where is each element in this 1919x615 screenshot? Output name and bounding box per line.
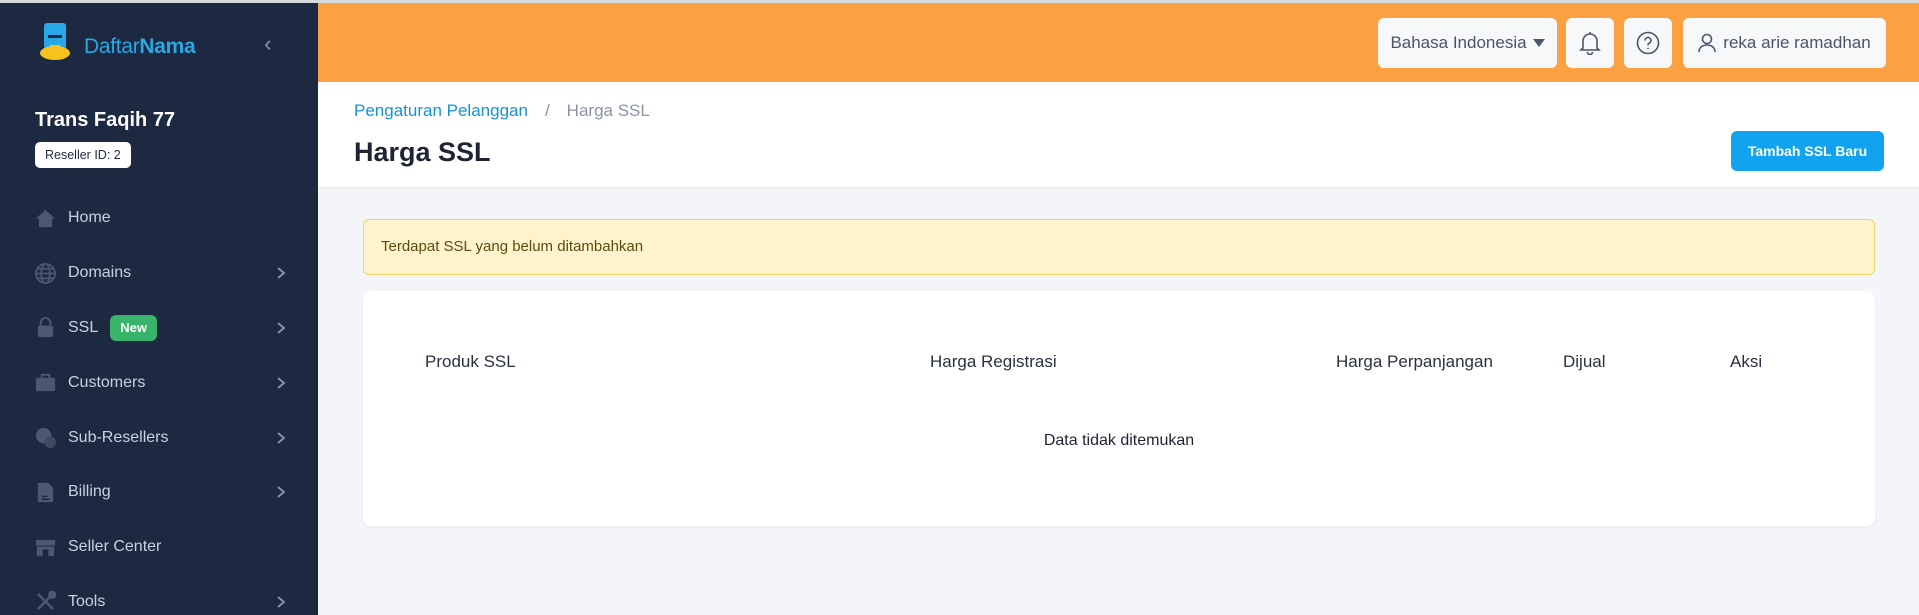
logo-wordmark-part2: Nama xyxy=(139,35,196,58)
help-button[interactable] xyxy=(1624,18,1672,68)
logo-wordmark-part1: Daftar xyxy=(84,35,140,58)
new-badge: New xyxy=(110,314,157,341)
logo-mark-icon xyxy=(40,23,70,60)
user-name: reka arie ramadhan xyxy=(1723,33,1871,52)
chevron-right-icon xyxy=(277,431,286,444)
brand-logo[interactable]: DaftarNama xyxy=(38,21,208,67)
sidebar-item-label: Customers xyxy=(68,373,146,391)
caret-down-icon xyxy=(1532,39,1545,47)
chevron-right-icon xyxy=(277,322,286,334)
sidebar-item-seller-center[interactable]: Seller Center xyxy=(0,520,318,575)
chevron-right-icon xyxy=(277,267,286,279)
reseller-id-badge: Reseller ID: 2 xyxy=(35,142,131,168)
column-header-harga-registrasi: Harga Registrasi xyxy=(930,352,1057,371)
sidebar-item-label: Billing xyxy=(68,483,111,501)
language-select[interactable]: Bahasa Indonesia xyxy=(1378,18,1557,68)
sidebar-item-label: Sub-Resellers xyxy=(68,428,169,446)
store-icon xyxy=(33,535,57,559)
sidebar: DaftarNama ‹‹ Trans Faqih 77 Reseller ID… xyxy=(0,3,318,615)
breadcrumb-current: Harga SSL xyxy=(566,101,650,120)
chevron-right-icon xyxy=(277,377,286,389)
breadcrumb-separator: / xyxy=(544,101,550,120)
language-label: Bahasa Indonesia xyxy=(1390,33,1527,52)
sidebar-item-label: SSL xyxy=(68,318,99,336)
sidebar-item-tools[interactable]: Tools xyxy=(0,575,318,615)
warning-alert: Terdapat SSL yang belum ditambahkan xyxy=(363,219,1875,275)
top-header: Bahasa Indonesia reka arie ramadhan xyxy=(318,3,1919,82)
ssl-price-table: Produk SSL Harga Registrasi Harga Perpan… xyxy=(363,291,1875,526)
sidebar-item-home[interactable]: Home xyxy=(0,191,318,246)
column-header-aksi: Aksi xyxy=(1730,352,1763,371)
chevron-right-icon xyxy=(277,596,286,608)
add-ssl-button[interactable]: Tambah SSL Baru xyxy=(1731,131,1884,171)
breadcrumb: Pengaturan Pelanggan / Harga SSL xyxy=(354,101,650,121)
sidebar-nav: Home Domains SSL New Customers Sub-Resel… xyxy=(0,191,318,615)
home-icon xyxy=(33,206,57,230)
tools-icon xyxy=(33,590,57,614)
user-icon xyxy=(1698,33,1717,53)
reseller-org-name: Trans Faqih 77 xyxy=(35,109,176,131)
empty-state-text: Data tidak ditemukan xyxy=(1043,432,1195,449)
user-menu-button[interactable]: reka arie ramadhan xyxy=(1683,18,1886,68)
sidebar-item-customers[interactable]: Customers xyxy=(0,355,318,410)
document-icon xyxy=(33,480,57,504)
sidebar-item-label: Home xyxy=(68,209,111,227)
column-header-harga-perpanjangan: Harga Perpanjangan xyxy=(1336,352,1493,371)
sidebar-item-label: Seller Center xyxy=(68,538,162,556)
column-header-produk-ssl: Produk SSL xyxy=(425,352,516,371)
breadcrumb-link-pengaturan-pelanggan[interactable]: Pengaturan Pelanggan xyxy=(354,101,528,120)
sidebar-item-label: Domains xyxy=(68,264,132,282)
logo-wordmark: DaftarNama xyxy=(84,35,196,59)
collapse-sidebar-button[interactable]: ‹‹ xyxy=(264,31,269,57)
sidebar-item-ssl[interactable]: SSL New xyxy=(0,301,318,356)
double-chevron-left-icon: ‹‹ xyxy=(264,31,269,56)
users-icon xyxy=(33,426,57,450)
column-header-dijual: Dijual xyxy=(1563,352,1606,371)
page-header: Pengaturan Pelanggan / Harga SSL Harga SSL… xyxy=(318,82,1919,187)
sidebar-item-domains[interactable]: Domains xyxy=(0,246,318,301)
sidebar-item-sub-resellers[interactable]: Sub-Resellers xyxy=(0,410,318,465)
notifications-button[interactable] xyxy=(1566,18,1614,68)
lock-icon xyxy=(33,316,57,340)
briefcase-icon xyxy=(33,371,57,395)
sidebar-item-billing[interactable]: Billing xyxy=(0,465,318,520)
globe-icon xyxy=(33,261,57,285)
bell-icon xyxy=(1579,32,1601,55)
page-title: Harga SSL xyxy=(354,137,491,167)
chevron-right-icon xyxy=(277,486,286,499)
help-circle-icon xyxy=(1636,31,1660,55)
sidebar-item-label: Tools xyxy=(68,592,106,610)
